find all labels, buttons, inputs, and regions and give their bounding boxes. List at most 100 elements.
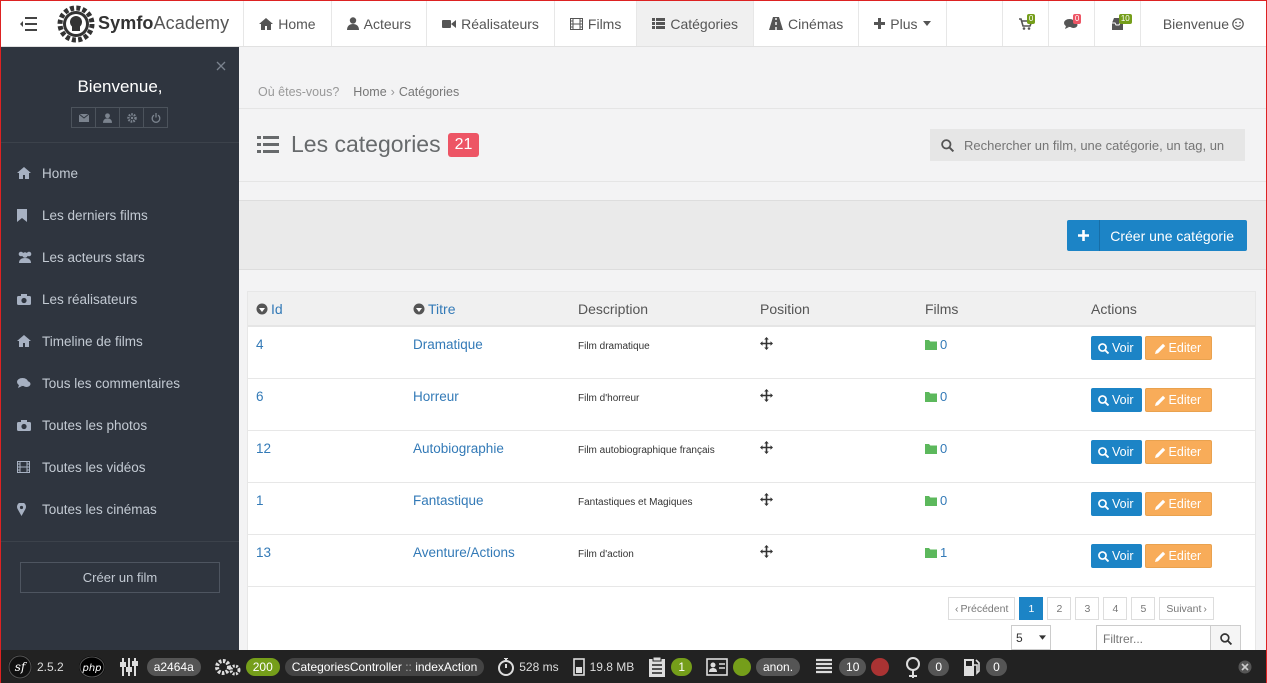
debug-security[interactable]: anon. <box>699 650 807 683</box>
view-button[interactable]: Voir <box>1091 440 1142 464</box>
sidebar-logout-button[interactable] <box>143 107 168 128</box>
search-input[interactable] <box>964 137 1234 153</box>
row-id-link[interactable]: 12 <box>256 441 271 456</box>
view-button[interactable]: Voir <box>1091 544 1142 568</box>
row-title-link[interactable]: Horreur <box>413 389 459 404</box>
row-id-link[interactable]: 4 <box>256 337 264 352</box>
database-warning-dot <box>871 657 890 676</box>
sidebar-item-timeline[interactable]: Timeline de films <box>1 320 239 362</box>
controller-action: CategoriesController :: indexAction <box>284 657 485 676</box>
pagination-page-5[interactable]: 5 <box>1131 597 1156 620</box>
nav-plus-dropdown[interactable]: Plus <box>858 1 945 46</box>
row-title-link[interactable]: Aventure/Actions <box>413 545 515 560</box>
cache-count-badge: 0 <box>986 657 1007 676</box>
view-button[interactable]: Voir <box>1091 336 1142 360</box>
nav-home[interactable]: Home <box>243 1 330 46</box>
edit-button[interactable]: Editer <box>1144 336 1213 360</box>
debug-memory[interactable]: 19.8 MB <box>566 650 642 683</box>
nav-acteurs[interactable]: Acteurs <box>330 1 426 46</box>
debug-logs[interactable]: 1 <box>641 650 699 683</box>
nav-realisateurs[interactable]: Réalisateurs <box>426 1 554 46</box>
view-button-label: Voir <box>1112 549 1134 563</box>
symfony-logo-icon: sf <box>8 654 32 679</box>
debug-database[interactable]: 10 <box>807 650 896 683</box>
debug-time[interactable]: 528 ms <box>491 650 565 683</box>
create-film-button[interactable]: Créer un film <box>20 562 220 593</box>
edit-button[interactable]: Editer <box>1144 388 1213 412</box>
sort-by-title[interactable]: Titre <box>413 301 578 317</box>
drag-move-icon[interactable] <box>760 493 773 506</box>
debug-toolbar-close-button[interactable] <box>1231 650 1266 683</box>
view-button[interactable]: Voir <box>1091 492 1142 516</box>
edit-button-label: Editer <box>1168 497 1202 511</box>
pagination-page-2[interactable]: 2 <box>1047 597 1072 620</box>
nav-welcome-label: Bienvenue <box>1162 15 1229 32</box>
sidebar-item-derniers-films[interactable]: Les derniers films <box>1 194 239 236</box>
pagination-next-button[interactable]: Suivant › <box>1159 597 1214 620</box>
row-id-link[interactable]: 1 <box>256 493 264 508</box>
sidebar-mail-button[interactable] <box>71 107 96 128</box>
sidebar-item-realisateurs[interactable]: Les réalisateurs <box>1 278 239 320</box>
row-title-link[interactable]: Dramatique <box>413 337 483 352</box>
nav-categories[interactable]: Catégories <box>636 1 754 46</box>
menu-toggle-icon <box>19 16 37 31</box>
sidebar-settings-button[interactable] <box>119 107 144 128</box>
row-id-link[interactable]: 6 <box>256 389 264 404</box>
view-button[interactable]: Voir <box>1091 388 1142 412</box>
sort-by-id[interactable]: Id <box>256 301 413 317</box>
debug-request-token[interactable]: a2464a <box>113 650 208 683</box>
php-logo-icon: php <box>78 655 105 678</box>
edit-button[interactable]: Editer <box>1144 440 1213 464</box>
edit-button[interactable]: Editer <box>1144 492 1213 516</box>
nav-cart-button[interactable]: 0 <box>1001 1 1048 46</box>
row-id-link[interactable]: 13 <box>256 545 271 560</box>
drag-move-icon[interactable] <box>760 389 773 402</box>
brand-logo-link[interactable]: SymfoAcademy <box>56 1 243 46</box>
debug-php[interactable]: php <box>71 650 113 683</box>
view-button-label: Voir <box>1112 393 1134 407</box>
sidebar-item-photos[interactable]: Toutes les photos <box>1 404 239 446</box>
sidebar-close-button[interactable] <box>216 61 226 71</box>
row-title-link[interactable]: Autobiographie <box>413 441 504 456</box>
sidebar-item-commentaires[interactable]: Tous les commentaires <box>1 362 239 404</box>
breadcrumb-home-link[interactable]: Home <box>353 85 386 99</box>
drag-move-icon[interactable] <box>760 337 773 350</box>
sidebar-toggle-button[interactable] <box>1 1 56 46</box>
filter-search-button[interactable] <box>1210 626 1240 651</box>
folder-icon <box>925 495 937 506</box>
debug-request-status[interactable]: 200 CategoriesController :: indexAction <box>208 650 492 683</box>
debug-toolbar: sf 2.5.2 php a2464a 200 CategoriesContro… <box>1 650 1266 683</box>
row-films-count: 0 <box>925 493 1091 508</box>
sidebar-profile-button[interactable] <box>95 107 120 128</box>
drag-move-icon[interactable] <box>760 545 773 558</box>
top-navbar: SymfoAcademy Home Acteurs Réalisateurs F… <box>1 1 1266 47</box>
nav-films[interactable]: Films <box>553 1 636 46</box>
sidebar-item-label: Les derniers films <box>42 207 148 223</box>
edit-button[interactable]: Editer <box>1144 544 1213 568</box>
sidebar-item-label: Toutes les cinémas <box>42 501 157 517</box>
nav-cinemas[interactable]: Cinémas <box>753 1 858 46</box>
nav-mail-button[interactable]: 10 <box>1093 1 1140 46</box>
sidebar-item-home[interactable]: Home <box>1 152 239 194</box>
nav-comments-button[interactable]: 0 <box>1047 1 1094 46</box>
envelope-icon <box>78 113 89 122</box>
per-page-select[interactable]: 5 <box>1011 625 1051 650</box>
drag-move-icon[interactable] <box>760 441 773 454</box>
filter-input[interactable] <box>1097 626 1210 651</box>
debug-cache[interactable]: 0 <box>956 650 1014 683</box>
row-films-count: 0 <box>925 389 1091 404</box>
pagination-page-1[interactable]: 1 <box>1019 597 1044 620</box>
debug-twig[interactable]: 0 <box>896 650 956 683</box>
sidebar-item-acteurs-stars[interactable]: Les acteurs stars <box>1 236 239 278</box>
pagination-page-3[interactable]: 3 <box>1075 597 1100 620</box>
nav-user-menu[interactable]: Bienvenue <box>1139 1 1266 46</box>
search-icon <box>1219 632 1232 645</box>
pagination-page-4[interactable]: 4 <box>1103 597 1128 620</box>
header-id-label: Id <box>271 300 283 317</box>
create-category-button[interactable]: Créer une catégorie <box>1067 220 1247 251</box>
sidebar-item-videos[interactable]: Toutes les vidéos <box>1 446 239 488</box>
sidebar-item-cinemas[interactable]: Toutes les cinémas <box>1 488 239 530</box>
row-title-link[interactable]: Fantastique <box>413 493 484 508</box>
pagination-prev-button[interactable]: ‹ Précédent <box>948 597 1016 620</box>
debug-symfony-version[interactable]: sf 2.5.2 <box>1 650 71 683</box>
